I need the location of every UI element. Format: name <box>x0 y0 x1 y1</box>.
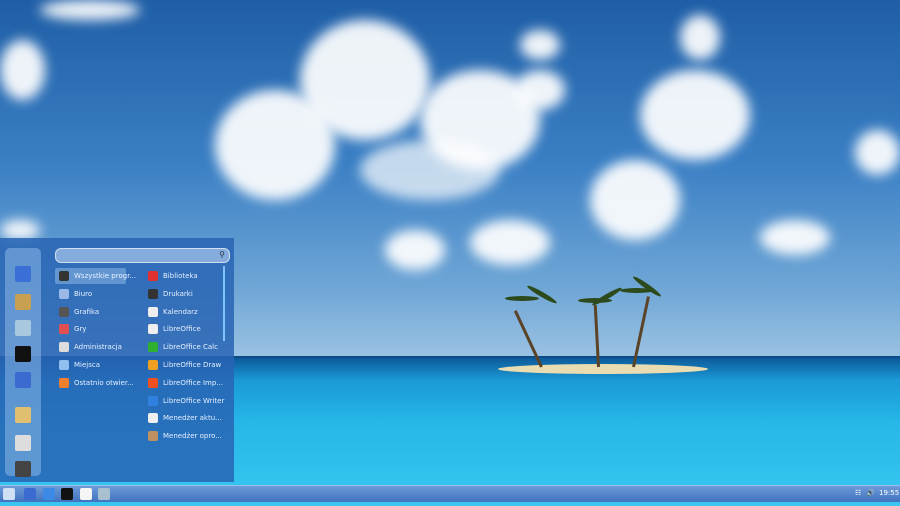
app-item[interactable]: Kalendarz <box>148 304 223 320</box>
app-label: Menedżer opro... <box>163 432 222 441</box>
printer-icon <box>148 288 158 299</box>
app-item[interactable]: Menedżer aktu... <box>148 410 223 426</box>
app-label: Menedżer aktu... <box>163 414 222 423</box>
places-icon <box>59 360 69 370</box>
libreoffice-draw-icon <box>148 360 158 370</box>
search-icon: ⚲ <box>219 250 225 259</box>
category-item[interactable]: Miejsca <box>55 357 126 373</box>
app-item[interactable]: LibreOffice <box>148 321 223 337</box>
software-manager-icon <box>148 431 158 442</box>
island <box>498 364 708 374</box>
category-label: Administracja <box>74 343 122 352</box>
category-label: Biuro <box>74 289 93 298</box>
category-label: Gry <box>74 325 87 334</box>
category-item[interactable]: Administracja <box>55 339 126 355</box>
clock[interactable]: 19:55 <box>879 489 899 497</box>
app-label: LibreOffice Imp... <box>163 378 223 387</box>
app-item[interactable]: LibreOffice Writer <box>148 393 225 409</box>
libreoffice-impress-icon <box>148 377 158 388</box>
text-editor-icon[interactable] <box>80 488 92 500</box>
category-item[interactable]: Grafika <box>55 304 126 320</box>
games-icon <box>59 324 69 335</box>
libreoffice-calc-icon <box>148 342 158 353</box>
terminal-icon[interactable] <box>15 346 31 362</box>
menu-icon[interactable] <box>3 488 15 500</box>
calendar-icon <box>148 306 158 317</box>
update-manager-icon <box>148 413 158 424</box>
app-label: LibreOffice Writer <box>163 396 225 405</box>
browser-icon[interactable] <box>43 488 55 500</box>
graphics-icon <box>59 306 69 317</box>
search-input[interactable] <box>56 255 206 268</box>
admin-icon <box>59 342 69 353</box>
grid-icon <box>59 271 69 281</box>
app-label: LibreOffice Draw <box>163 361 222 369</box>
category-item[interactable]: Biuro <box>55 286 126 302</box>
logout-icon[interactable] <box>15 435 31 451</box>
package-manager-icon[interactable] <box>15 294 31 310</box>
application-menu: ⚲ Wszystkie progr... Biuro Grafika Gry Admin… <box>0 238 234 482</box>
category-item[interactable]: Ostatnio otwier... <box>55 375 134 391</box>
category-label: Grafika <box>74 307 100 316</box>
category-item[interactable]: Wszystkie progr... <box>55 268 136 284</box>
app-label: LibreOffice Calc <box>163 343 218 352</box>
taskbar: ☷ 🔊 19:55 <box>0 485 900 502</box>
category-item[interactable]: Gry <box>55 321 126 337</box>
office-icon <box>59 288 69 299</box>
libreoffice-writer-icon <box>148 395 158 406</box>
file-manager-icon[interactable] <box>24 488 36 500</box>
category-label: Ostatnio otwier... <box>74 378 134 387</box>
lock-screen-icon[interactable] <box>15 407 31 423</box>
scrollbar[interactable] <box>223 266 225 341</box>
app-item[interactable]: LibreOffice Imp... <box>148 375 223 391</box>
terminal-icon[interactable] <box>61 488 73 500</box>
recent-icon <box>59 377 69 388</box>
app-item[interactable]: LibreOffice Calc <box>148 339 223 355</box>
search-box[interactable]: ⚲ <box>55 248 230 268</box>
category-label: Miejsca <box>74 361 101 369</box>
app-item[interactable]: Menedżer opro... <box>148 428 223 444</box>
app-label: Drukarki <box>163 289 193 298</box>
browser-icon[interactable] <box>15 266 31 282</box>
user-folder-icon[interactable] <box>15 320 31 336</box>
library-icon <box>148 271 158 281</box>
category-label: Wszystkie progr... <box>74 272 137 280</box>
network-icon[interactable]: ☷ <box>855 489 861 497</box>
app-label: Kalendarz <box>163 307 198 316</box>
volume-icon[interactable]: 🔊 <box>866 489 875 497</box>
folder-icon[interactable] <box>98 488 110 500</box>
app-item[interactable]: Biblioteka <box>148 268 223 284</box>
libreoffice-icon <box>148 324 158 335</box>
power-icon[interactable] <box>15 461 31 477</box>
app-label: LibreOffice <box>163 325 201 334</box>
app-item[interactable]: LibreOffice Draw <box>148 357 223 373</box>
app-label: Biblioteka <box>163 272 198 280</box>
app-item[interactable]: Drukarki <box>148 286 223 302</box>
file-manager-icon[interactable] <box>15 372 31 388</box>
